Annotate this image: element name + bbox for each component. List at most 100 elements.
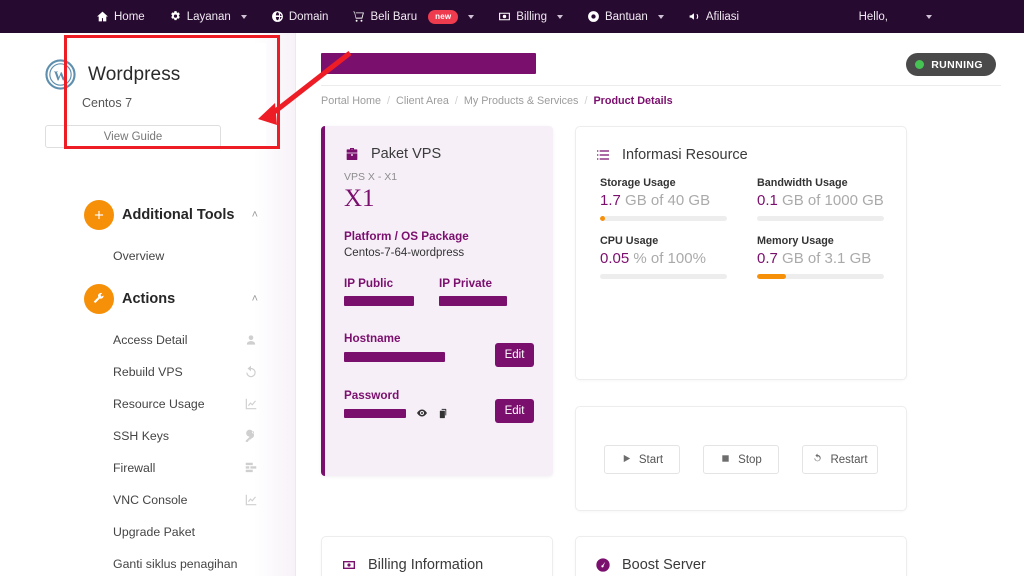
app-info-card: W Wordpress Centos 7 View Guide bbox=[24, 43, 266, 150]
app-title: Wordpress bbox=[88, 63, 181, 85]
sidebar-actions-list: Access Detail Rebuild VPS Resource Usage… bbox=[0, 324, 296, 576]
chart-icon bbox=[244, 493, 258, 507]
ip-public-value-redacted bbox=[344, 296, 414, 306]
sidebar-item-access-detail[interactable]: Access Detail bbox=[0, 324, 296, 356]
nav-item-bantuan[interactable]: Bantuan bbox=[575, 0, 676, 33]
chevron-down-icon bbox=[468, 14, 475, 19]
nav-item-beli-baru[interactable]: Beli Baru new bbox=[340, 0, 486, 33]
wordpress-icon: W bbox=[45, 59, 76, 90]
sidebar-item-label: Firewall bbox=[113, 461, 156, 475]
stop-button[interactable]: Stop bbox=[703, 445, 779, 474]
screen-root: Home Layanan Domain Beli Baru new Billin… bbox=[0, 0, 1024, 576]
start-button-label: Start bbox=[638, 453, 664, 466]
server-control-card: Start Stop Restart bbox=[575, 406, 907, 511]
edit-hostname-button[interactable]: Edit bbox=[495, 343, 534, 367]
firewall-icon bbox=[244, 461, 258, 475]
sidebar-item-label: Ganti siklus penagihan bbox=[113, 557, 238, 571]
copy-icon[interactable] bbox=[438, 406, 449, 424]
breadcrumb-client-area[interactable]: Client Area bbox=[396, 95, 449, 107]
nav-item-billing[interactable]: Billing bbox=[486, 0, 575, 33]
sidebar-item-overview[interactable]: Overview bbox=[0, 240, 296, 272]
nav-item-domain[interactable]: Domain bbox=[259, 0, 341, 33]
sidebar-item-rebuild-vps[interactable]: Rebuild VPS bbox=[0, 356, 296, 388]
main-content: RUNNING Portal Home / Client Area / My P… bbox=[296, 33, 1024, 576]
section-header-additional-tools[interactable]: Additional Tools ˄ bbox=[0, 198, 296, 232]
eye-icon[interactable] bbox=[416, 406, 428, 424]
home-icon bbox=[96, 10, 109, 23]
metric-value: 1.7 GB of 40 GB bbox=[600, 192, 727, 209]
metric-progress-bar bbox=[600, 216, 727, 221]
metric-label: CPU Usage bbox=[600, 235, 659, 247]
hostname-value-redacted bbox=[344, 352, 445, 362]
sidebar-item-label: Overview bbox=[113, 249, 165, 263]
sidebar-item-resource-usage[interactable]: Resource Usage bbox=[0, 388, 296, 420]
platform-field: Platform / OS Package Centos-7-64-wordpr… bbox=[344, 230, 553, 259]
nav-item-domain-label: Domain bbox=[288, 10, 329, 23]
nav-item-bantuan-label: Bantuan bbox=[604, 10, 648, 23]
refresh-icon bbox=[812, 452, 823, 467]
password-label: Password bbox=[344, 389, 400, 402]
sidebar-item-ssh-keys[interactable]: SSH Keys bbox=[0, 420, 296, 452]
nav-item-beli-baru-label: Beli Baru bbox=[370, 10, 418, 23]
top-navbar: Home Layanan Domain Beli Baru new Billin… bbox=[0, 0, 1024, 33]
key-icon bbox=[244, 429, 258, 443]
chevron-down-icon bbox=[240, 14, 247, 19]
lifebuoy-icon bbox=[587, 10, 600, 23]
sidebar-item-upgrade-paket[interactable]: Upgrade Paket bbox=[0, 516, 296, 548]
breadcrumb-my-products-services[interactable]: My Products & Services bbox=[464, 95, 579, 107]
metric-bandwidth-usage: Bandwidth Usage 0.1 GB of 1000 GB bbox=[757, 177, 884, 221]
metric-value-unit: GB of 1000 GB bbox=[782, 192, 884, 209]
nav-item-layanan[interactable]: Layanan bbox=[157, 0, 259, 33]
resource-card-header: Informasi Resource bbox=[576, 127, 906, 163]
chevron-up-icon[interactable]: ˄ bbox=[252, 209, 258, 221]
boost-card-header: Boost Server bbox=[576, 537, 906, 573]
start-button[interactable]: Start bbox=[604, 445, 680, 474]
play-icon bbox=[621, 453, 632, 467]
nav-item-afiliasi-label: Afiliasi bbox=[705, 10, 740, 23]
sidebar: W Wordpress Centos 7 View Guide Addition… bbox=[0, 33, 296, 576]
sidebar-item-ganti-siklus-penagihan[interactable]: Ganti siklus penagihan bbox=[0, 548, 296, 576]
breadcrumb-product-details: Product Details bbox=[593, 95, 673, 107]
megaphone-icon bbox=[688, 10, 701, 23]
nav-item-home-label: Home bbox=[114, 10, 145, 23]
password-field: Password Edit bbox=[344, 389, 534, 423]
sidebar-item-firewall[interactable]: Firewall bbox=[0, 452, 296, 484]
gauge-icon bbox=[595, 557, 611, 573]
chevron-down-icon[interactable] bbox=[926, 14, 932, 19]
resource-info-card: Informasi Resource Storage Usage 1.7 GB … bbox=[575, 126, 907, 380]
stop-icon bbox=[720, 453, 731, 467]
billing-icon bbox=[341, 557, 357, 573]
metric-value: 0.1 GB of 1000 GB bbox=[757, 192, 884, 209]
metric-label: Bandwidth Usage bbox=[757, 177, 848, 189]
chevron-up-icon[interactable]: ˄ bbox=[252, 293, 258, 305]
status-badge: RUNNING bbox=[906, 53, 996, 76]
chevron-down-icon bbox=[657, 14, 664, 19]
page-body: W Wordpress Centos 7 View Guide Addition… bbox=[0, 33, 1024, 576]
metric-value: 0.7 GB of 3.1 GB bbox=[757, 250, 884, 267]
restart-button[interactable]: Restart bbox=[802, 445, 878, 474]
badge-new: new bbox=[428, 9, 459, 24]
view-guide-button[interactable]: View Guide bbox=[45, 125, 221, 148]
navbar-user-menu[interactable]: Hello, bbox=[859, 11, 932, 23]
sidebar-item-label: Access Detail bbox=[113, 333, 188, 347]
metric-value-number: 0.1 bbox=[757, 192, 778, 209]
sidebar-item-label: Resource Usage bbox=[113, 397, 205, 411]
sidebar-section-actions: Actions ˄ Access Detail Rebuild VPS Reso… bbox=[0, 282, 296, 576]
status-dot-icon bbox=[915, 60, 925, 69]
platform-value: Centos-7-64-wordpress bbox=[344, 247, 465, 259]
app-os-label: Centos 7 bbox=[82, 96, 133, 110]
breadcrumb-portal-home[interactable]: Portal Home bbox=[321, 95, 381, 107]
resource-metrics-grid: Storage Usage 1.7 GB of 40 GB Bandwidth … bbox=[576, 163, 906, 279]
metric-value-number: 0.7 bbox=[757, 250, 778, 267]
nav-item-home[interactable]: Home bbox=[84, 0, 157, 33]
globe-icon bbox=[271, 10, 284, 23]
nav-item-afiliasi[interactable]: Afiliasi bbox=[676, 0, 751, 33]
metric-value-unit: GB of 40 GB bbox=[625, 192, 711, 209]
sidebar-item-label: SSH Keys bbox=[113, 429, 170, 443]
breadcrumb-separator: / bbox=[584, 95, 588, 107]
sidebar-item-vnc-console[interactable]: VNC Console bbox=[0, 484, 296, 516]
edit-password-button[interactable]: Edit bbox=[495, 399, 534, 423]
platform-label: Platform / OS Package bbox=[344, 230, 469, 243]
metric-value: 0.05 % of 100% bbox=[600, 250, 727, 267]
section-header-actions[interactable]: Actions ˄ bbox=[0, 282, 296, 316]
